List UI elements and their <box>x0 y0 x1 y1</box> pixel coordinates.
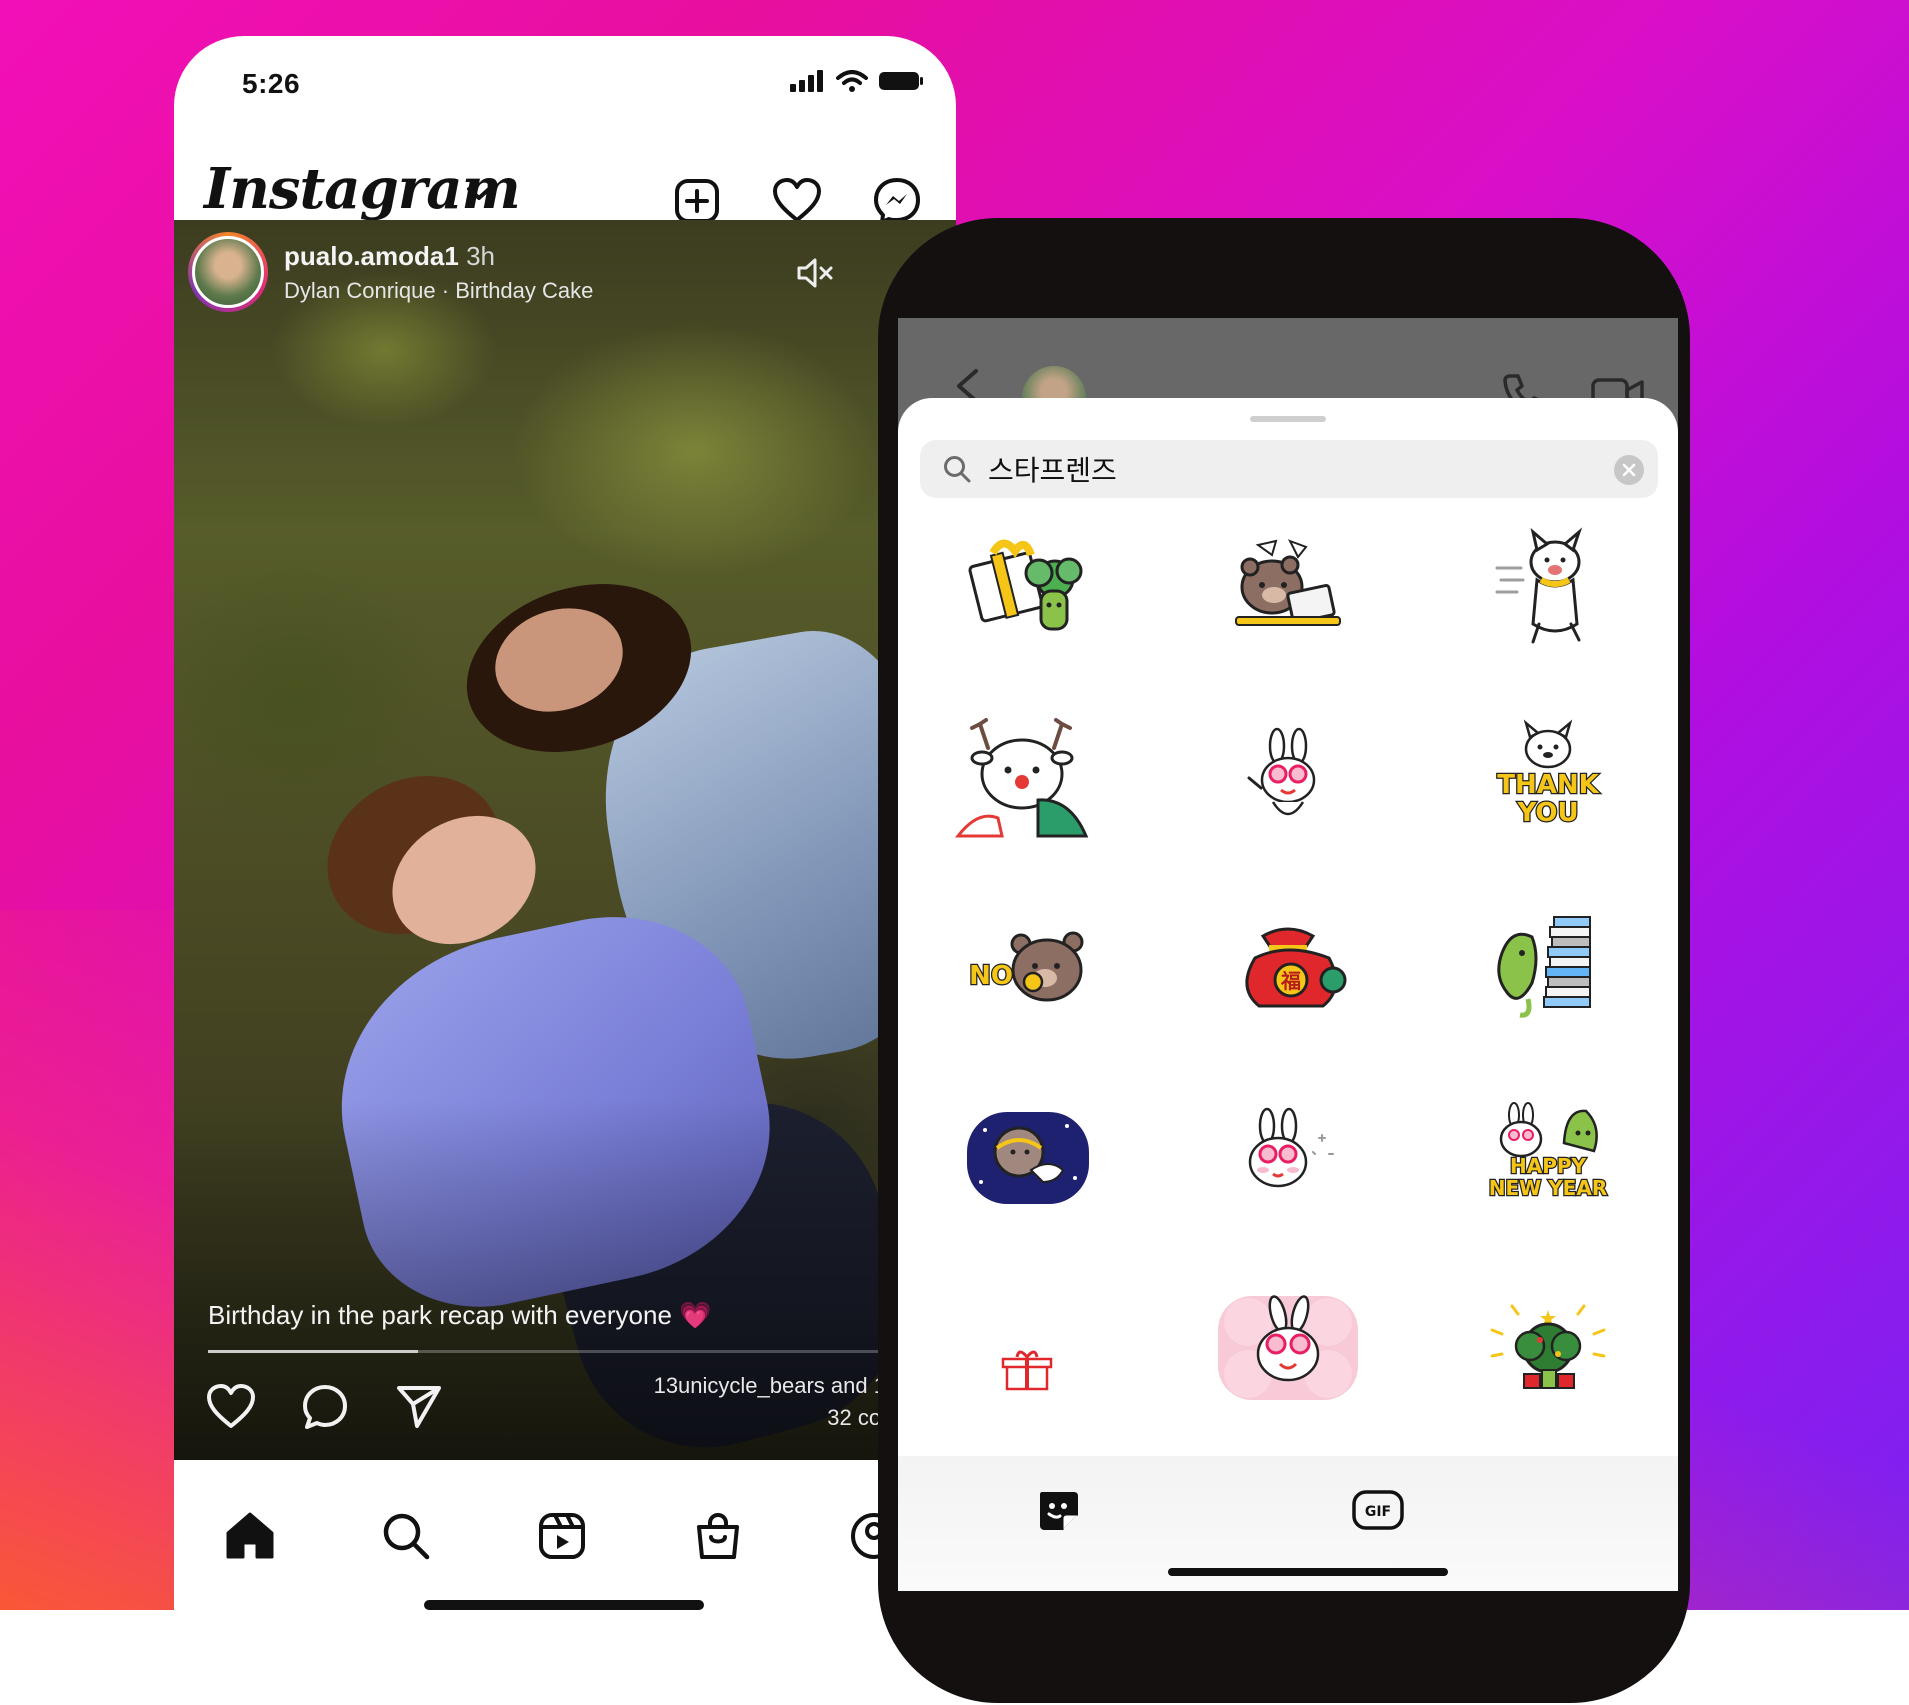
sticker-gift-broccoli[interactable] <box>948 518 1108 658</box>
sticker-lucky-bag[interactable]: 福 <box>1208 898 1368 1038</box>
post-audio[interactable]: Dylan Conrique · Birthday Cake <box>284 278 593 304</box>
sticker-art <box>1235 539 1341 626</box>
search-input[interactable] <box>988 444 1588 494</box>
post-meta: pualo.amoda1 3h Dylan Conrique · Birthda… <box>284 241 593 304</box>
sticker-text: YOU <box>1516 798 1578 828</box>
video-progress[interactable] <box>208 1350 908 1353</box>
sheet-grabber[interactable] <box>1250 416 1326 422</box>
post-media[interactable]: pualo.amoda1 3h Dylan Conrique · Birthda… <box>174 220 956 1460</box>
status-time: 5:26 <box>242 68 301 99</box>
gif-icon: GIF <box>1352 1490 1404 1530</box>
reels-icon <box>539 1513 585 1559</box>
sticker-small-gift[interactable] <box>948 1278 1108 1418</box>
nav-home[interactable] <box>220 1506 280 1566</box>
tab-gif[interactable]: GIF <box>1348 1480 1408 1540</box>
avatar-image <box>192 236 264 308</box>
sticker-art: NO! <box>968 931 1084 1002</box>
status-bar: 5:26 <box>174 36 956 136</box>
search-icon <box>383 1513 430 1560</box>
sticker-bear-no[interactable]: NO! <box>948 898 1108 1038</box>
sticker-art: THANK YOU <box>1496 719 1601 829</box>
bottom-navigation <box>174 1460 956 1610</box>
sticker-bear-laptop[interactable] <box>1208 518 1368 658</box>
sticker-icon <box>1040 1492 1078 1530</box>
nav-shop[interactable] <box>688 1506 748 1566</box>
messenger-icon <box>874 178 920 224</box>
sticker-art <box>954 718 1089 838</box>
comments-count[interactable]: 32 comme <box>550 1402 930 1434</box>
sticker-art <box>1248 1107 1334 1188</box>
sticker-text: NEW YEAR <box>1489 1176 1607 1200</box>
search-icon <box>942 454 976 484</box>
sticker-art <box>968 539 1083 631</box>
post-username-line: pualo.amoda1 3h <box>284 241 593 272</box>
tab-stickers[interactable] <box>1028 1480 1088 1540</box>
heart-icon <box>773 178 821 222</box>
sticker-bunny-flower[interactable] <box>1208 1278 1368 1418</box>
nav-search[interactable] <box>376 1506 436 1566</box>
send-icon <box>397 1386 441 1428</box>
sticker-dog-running[interactable] <box>1468 518 1628 658</box>
sticker-christmas-tree[interactable] <box>1468 1278 1628 1418</box>
sticker-art <box>1247 727 1316 816</box>
home-indicator <box>424 1600 704 1610</box>
likes-count: 13unicycle_bears and 1.2K l <box>653 1373 930 1398</box>
share-button[interactable] <box>392 1380 446 1434</box>
sticker-bunny-sparkle[interactable] <box>1208 1088 1368 1228</box>
sticker-art <box>967 1112 1089 1204</box>
sticker-thank-you[interactable]: THANK YOU <box>1468 708 1628 848</box>
sticker-reindeer[interactable] <box>948 708 1108 848</box>
chat-header <box>898 318 1678 430</box>
post-time: 3h <box>466 240 495 271</box>
sticker-text: 福 <box>1280 969 1301 993</box>
battery-icon <box>879 72 923 90</box>
clear-search-button[interactable] <box>1614 455 1644 485</box>
nav-reels[interactable] <box>532 1506 592 1566</box>
close-icon <box>1622 463 1636 477</box>
sticker-text: THANK <box>1497 770 1599 800</box>
sticker-art <box>1497 916 1591 1018</box>
wifi-icon <box>836 70 868 92</box>
phone-screen: THANK YOU NO! <box>898 318 1678 1591</box>
home-indicator <box>1168 1568 1448 1576</box>
sticker-text: HAPPY <box>1510 1154 1587 1178</box>
sticker-art: 福 <box>1245 927 1347 1008</box>
home-icon <box>226 1512 274 1559</box>
sticker-art <box>1490 1304 1606 1389</box>
sticker-sheet: THANK YOU NO! <box>898 398 1678 1591</box>
sticker-art: HAPPY NEW YEAR <box>1488 1102 1608 1201</box>
sticker-art <box>1001 1350 1053 1391</box>
sticker-search <box>920 440 1658 498</box>
sticker-space-bear[interactable] <box>948 1088 1108 1228</box>
sticker-bunny-goggles[interactable] <box>1208 708 1368 848</box>
like-button[interactable] <box>204 1380 258 1434</box>
sticker-art <box>1218 1295 1358 1400</box>
shop-icon <box>697 1512 739 1559</box>
status-icons <box>790 70 924 92</box>
create-post-icon <box>675 179 719 223</box>
post-actions <box>204 1380 446 1434</box>
avatar[interactable] <box>188 232 268 312</box>
signal-icon <box>790 70 823 92</box>
sticker-happy-new-year[interactable]: HAPPY NEW YEAR <box>1468 1088 1628 1228</box>
post-author[interactable]: pualo.amoda1 3h Dylan Conrique · Birthda… <box>188 232 593 312</box>
feed-phone: 5:26 Instagram pualo.amoda1 3h Dylan Con… <box>174 36 956 1611</box>
sticker-phone: THANK YOU NO! <box>878 218 1690 1703</box>
sticker-books[interactable] <box>1468 898 1628 1038</box>
gif-label: GIF <box>1365 1504 1391 1520</box>
chevron-down-icon[interactable] <box>466 186 492 202</box>
mute-icon[interactable] <box>796 256 834 290</box>
comment-icon <box>303 1385 347 1429</box>
video-progress-fill <box>208 1350 418 1353</box>
heart-icon <box>207 1384 255 1428</box>
post-username[interactable]: pualo.amoda1 <box>284 241 459 271</box>
post-caption: Birthday in the park recap with everyone… <box>208 1300 712 1330</box>
comment-button[interactable] <box>298 1380 352 1434</box>
likes-summary[interactable]: 13unicycle_bears and 1.2K l 32 comme <box>550 1370 930 1434</box>
sticker-art <box>1495 527 1583 644</box>
sticker-grid: THANK YOU NO! 福 HAPPY NEW YEAR <box>898 518 1678 1438</box>
search-icon-graphic <box>944 456 971 483</box>
